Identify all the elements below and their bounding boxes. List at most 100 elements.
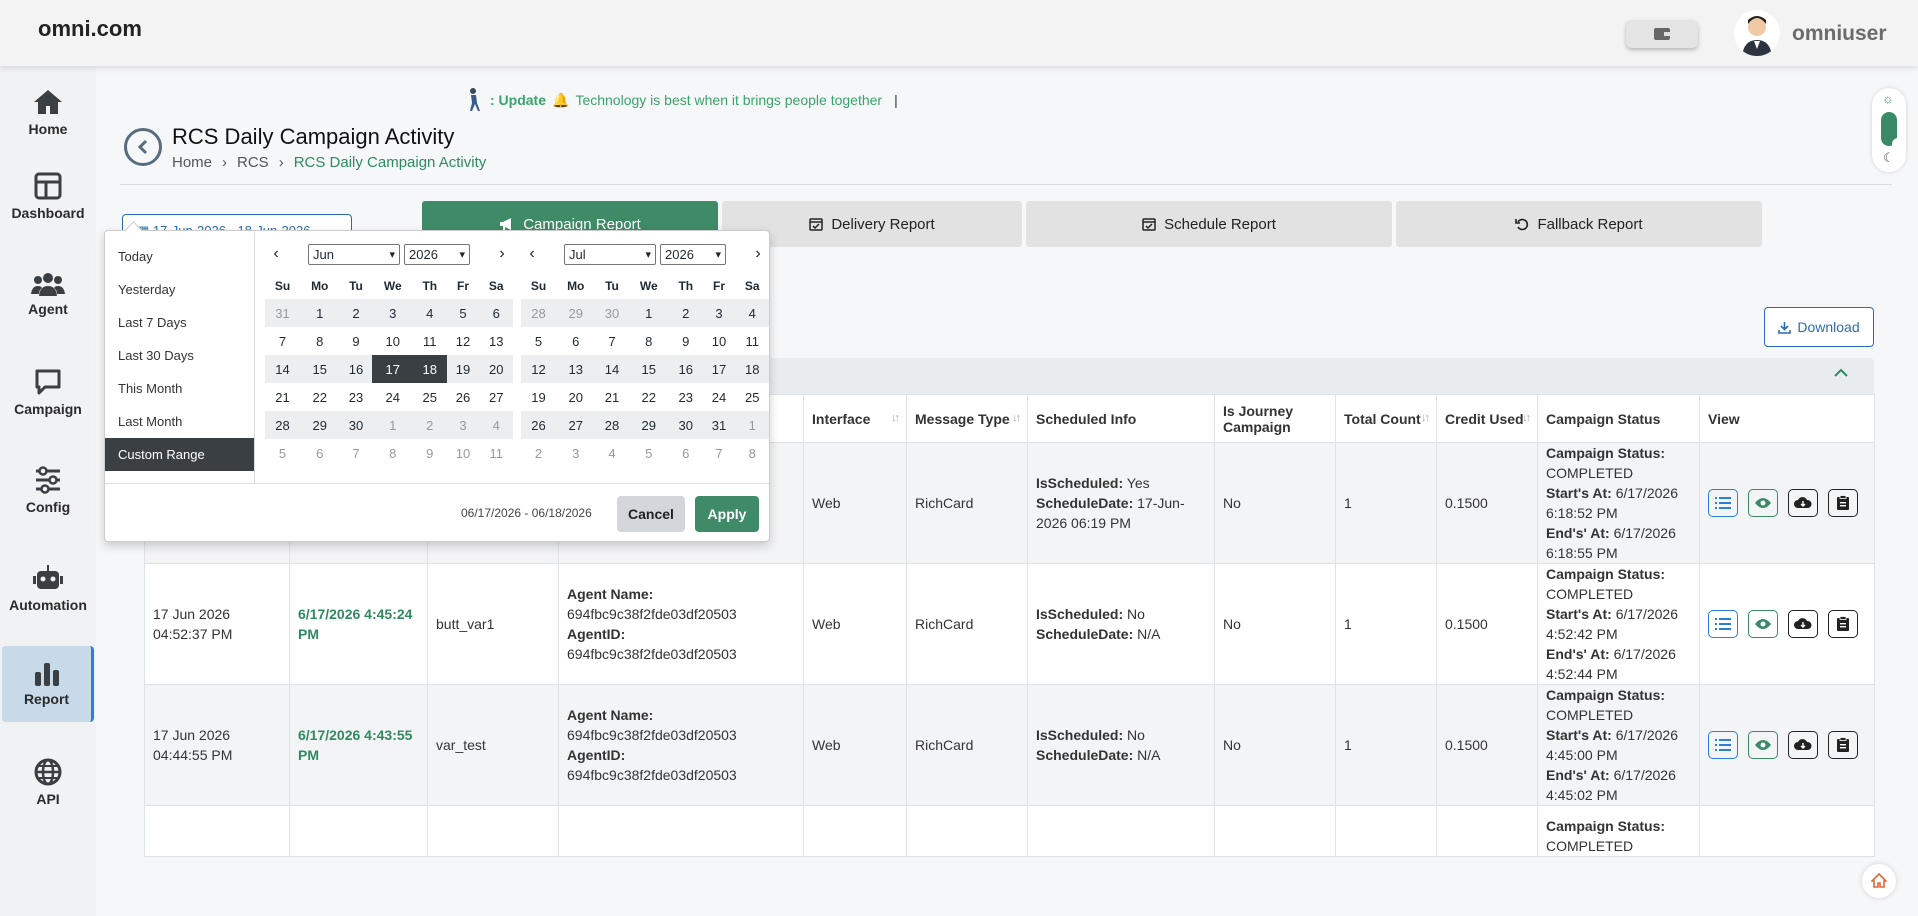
theme-switch[interactable] [1881,112,1904,150]
range-option[interactable]: Last 7 Days [105,306,254,339]
col-total-count[interactable]: Total Count ↓↑ [1335,394,1437,443]
calendar-day[interactable]: 6 [556,327,596,355]
clipboard-button[interactable] [1828,731,1858,759]
calendar-day[interactable]: 17 [372,355,414,383]
calendar-day[interactable]: 10 [703,327,736,355]
calendar-day[interactable]: 30 [669,411,703,439]
calendar-day[interactable]: 1 [299,299,340,327]
calendar-day[interactable]: 20 [556,383,596,411]
sidebar-item-home[interactable]: Home [0,74,96,150]
range-option[interactable]: Last 30 Days [105,339,254,372]
calendar-day[interactable]: 4 [479,411,513,439]
calendar-day[interactable]: 4 [413,299,447,327]
sidebar-item-agent[interactable]: Agent [0,256,96,332]
calendar-day[interactable]: 31 [702,411,736,439]
calendar-day[interactable]: 3 [372,299,414,327]
breadcrumb-home[interactable]: Home [172,154,212,171]
cloud-download-button[interactable] [1788,489,1818,517]
calendar-day[interactable]: 8 [735,439,769,467]
year-select[interactable]: 2026 [660,243,726,265]
calendar-day[interactable]: 29 [555,299,596,327]
username[interactable]: omniuser [1792,22,1887,46]
range-option[interactable]: Yesterday [105,273,254,306]
calendar-day[interactable]: 19 [446,355,480,383]
calendar-day[interactable]: 9 [339,327,372,355]
calendar-day[interactable]: 30 [339,411,373,439]
calendar-day[interactable]: 16 [339,355,373,383]
calendar-day[interactable]: 30 [595,299,629,327]
calendar-day[interactable]: 22 [628,383,669,411]
cloud-download-button[interactable] [1788,731,1818,759]
calendar-day[interactable]: 8 [300,327,340,355]
calendar-day[interactable]: 29 [299,411,340,439]
calendar-day[interactable]: 26 [447,383,480,411]
range-option[interactable]: Last Month [105,405,254,438]
calendar-day[interactable]: 13 [555,355,596,383]
calendar-day[interactable]: 4 [735,299,769,327]
sidebar-item-report[interactable]: Report [2,646,94,722]
calendar-day[interactable]: 8 [628,327,669,355]
calendar-day[interactable]: 12 [447,327,480,355]
calendar-day[interactable]: 28 [265,411,300,439]
col-credit-used[interactable]: Credit Used ↓↑ [1436,394,1538,443]
calendar-day[interactable]: 5 [628,439,669,467]
calendar-day[interactable]: 11 [413,327,446,355]
sidebar-item-campaign[interactable]: Campaign [0,354,96,430]
calendar-day[interactable]: 24 [703,383,736,411]
calendar-day[interactable]: 28 [521,299,556,327]
download-button[interactable]: Download [1764,307,1874,347]
calendar-day[interactable]: 16 [669,355,703,383]
cancel-button[interactable]: Cancel [617,496,685,532]
home-fab-button[interactable] [1862,864,1896,898]
month-select[interactable]: Jun [308,243,400,265]
range-option[interactable]: Today [105,240,254,273]
calendar-day[interactable]: 9 [413,439,446,467]
wallet-button[interactable] [1626,20,1698,48]
calendar-day[interactable]: 7 [703,439,736,467]
calendar-day[interactable]: 18 [413,355,447,383]
calendar-day[interactable]: 24 [372,383,413,411]
col-interface[interactable]: Interface ↓↑ [803,394,907,443]
list-view-button[interactable] [1708,610,1738,638]
prev-month-button[interactable]: ‹ [521,245,543,263]
back-button[interactable] [124,128,162,166]
next-month-button[interactable]: › [491,245,513,263]
calendar-day[interactable]: 1 [628,299,670,327]
calendar-day[interactable]: 21 [265,383,300,411]
range-option[interactable]: This Month [105,372,254,405]
col-message-type[interactable]: Message Type ↓↑ [906,394,1028,443]
tab-schedule-report[interactable]: Schedule Report [1026,201,1392,247]
prev-month-button[interactable]: ‹ [265,245,287,263]
calendar-day[interactable]: 23 [339,383,372,411]
calendar-day[interactable]: 12 [521,355,556,383]
calendar-day[interactable]: 6 [300,439,340,467]
calendar-day[interactable]: 3 [702,299,736,327]
list-view-button[interactable] [1708,731,1738,759]
calendar-day[interactable]: 2 [669,299,703,327]
avatar[interactable] [1734,10,1780,56]
year-select[interactable]: 2026 [404,243,470,265]
calendar-day[interactable]: 4 [595,439,628,467]
calendar-day[interactable]: 22 [300,383,340,411]
breadcrumb-rcs[interactable]: RCS [237,154,269,171]
theme-toggle[interactable]: ☼ ☾ [1872,88,1906,172]
sidebar-item-automation[interactable]: Automation [0,550,96,626]
calendar-day[interactable]: 8 [372,439,413,467]
sidebar-item-dashboard[interactable]: Dashboard [0,158,96,234]
clipboard-button[interactable] [1828,610,1858,638]
calendar-day[interactable]: 18 [735,355,769,383]
calendar-day[interactable]: 10 [447,439,480,467]
month-select[interactable]: Jul [564,243,656,265]
calendar-day[interactable]: 5 [446,299,480,327]
calendar-day[interactable]: 17 [702,355,736,383]
calendar-day[interactable]: 25 [735,383,769,411]
calendar-day[interactable]: 2 [413,411,447,439]
calendar-day[interactable]: 31 [265,299,300,327]
calendar-day[interactable]: 13 [479,327,513,355]
sidebar-item-api[interactable]: API [0,744,96,820]
calendar-day[interactable]: 10 [372,327,413,355]
calendar-day[interactable]: 1 [372,411,414,439]
chevron-up-icon[interactable] [1834,368,1848,378]
calendar-day[interactable]: 19 [521,383,556,411]
cloud-download-button[interactable] [1788,610,1818,638]
